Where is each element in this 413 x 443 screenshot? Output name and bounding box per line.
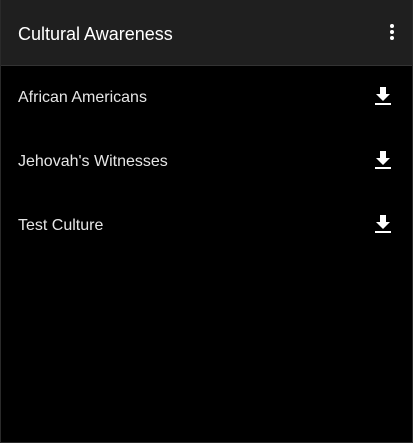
download-icon: [375, 86, 391, 110]
list-item[interactable]: African Americans: [1, 66, 412, 130]
download-icon: [375, 214, 391, 238]
list-item[interactable]: Test Culture: [1, 194, 412, 258]
page-title: Cultural Awareness: [18, 24, 173, 44]
culture-list: African Americans Jehovah's Witnesses Te…: [1, 66, 412, 258]
download-icon: [375, 150, 391, 174]
more-options-button[interactable]: [377, 20, 407, 48]
more-vertical-icon: [389, 23, 395, 46]
download-button[interactable]: [370, 86, 396, 110]
list-item-label: Test Culture: [18, 217, 104, 234]
list-item-label: African Americans: [18, 89, 147, 106]
download-button[interactable]: [370, 214, 396, 238]
list-item[interactable]: Jehovah's Witnesses: [1, 130, 412, 194]
list-item-label: Jehovah's Witnesses: [18, 153, 168, 170]
app-toolbar: Cultural Awareness: [1, 0, 412, 66]
app-screen: Cultural Awareness African Americans Jeh…: [0, 0, 413, 443]
download-button[interactable]: [370, 150, 396, 174]
